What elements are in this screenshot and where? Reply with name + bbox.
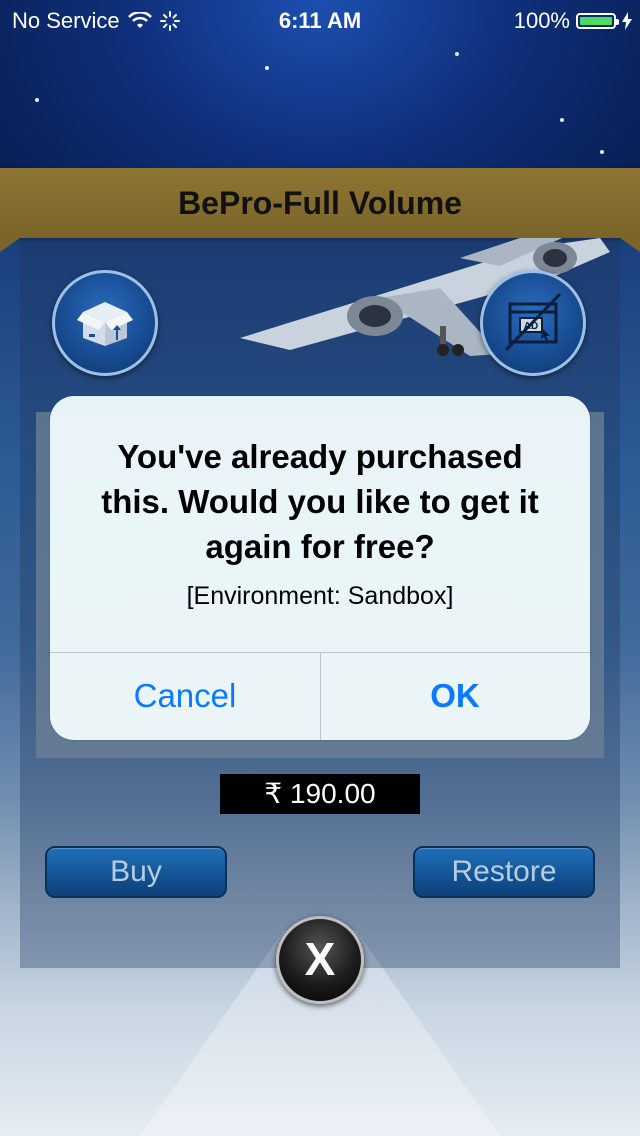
star (265, 66, 269, 70)
price-label: ₹ 190.00 (220, 774, 420, 814)
alert-title: You've already purchased this. Would you… (101, 438, 539, 565)
star (35, 98, 39, 102)
unlock-content-button[interactable] (52, 270, 158, 376)
title-banner: BePro-Full Volume (0, 168, 640, 238)
battery-icon (576, 13, 619, 29)
star (600, 150, 604, 154)
star (455, 52, 459, 56)
purchase-alert-dialog: You've already purchased this. Would you… (50, 396, 590, 740)
box-upload-icon (77, 302, 133, 346)
alert-message: [Environment: Sandbox] (186, 582, 454, 610)
star (560, 118, 564, 122)
charging-bolt-icon (622, 12, 632, 30)
remove-ads-button[interactable]: AD (480, 270, 586, 376)
page-title: BePro-Full Volume (178, 185, 462, 221)
alert-cancel-button[interactable]: Cancel (50, 652, 320, 740)
buy-button[interactable]: Buy (45, 846, 227, 898)
no-ads-icon: AD (504, 292, 562, 352)
close-button[interactable]: X (276, 916, 364, 1004)
restore-button[interactable]: Restore (413, 846, 595, 898)
battery-percent: 100% (513, 8, 570, 33)
alert-ok-button[interactable]: OK (320, 652, 590, 740)
status-bar: No Service 6:11 AM 100% (0, 0, 640, 40)
